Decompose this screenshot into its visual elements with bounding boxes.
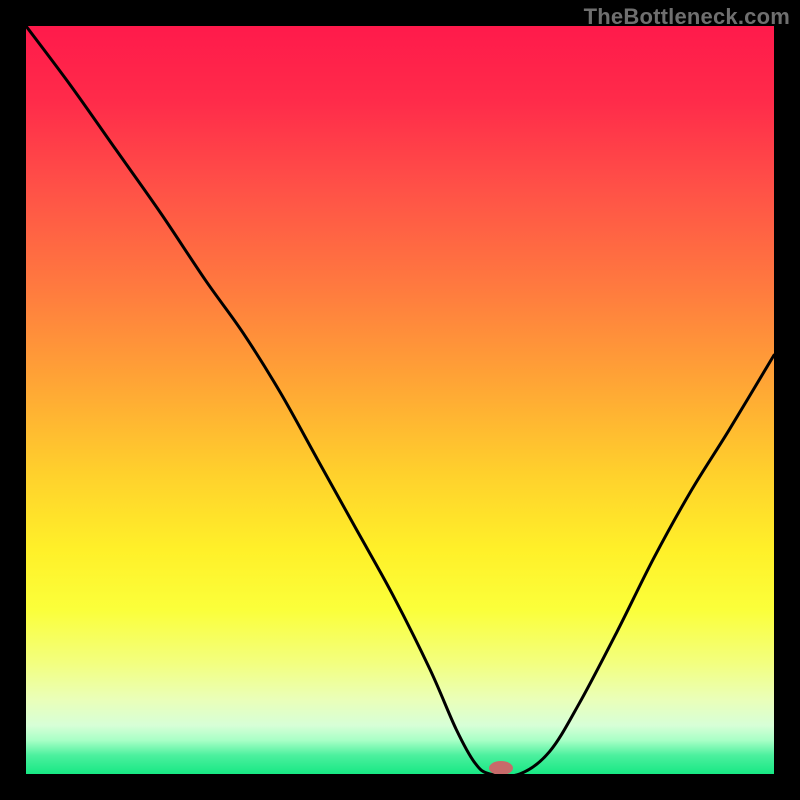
chart-frame: TheBottleneck.com: [0, 0, 800, 800]
plot-svg: [26, 26, 774, 774]
watermark-text: TheBottleneck.com: [584, 4, 790, 30]
plot-area: [26, 26, 774, 774]
gradient-background: [26, 26, 774, 774]
